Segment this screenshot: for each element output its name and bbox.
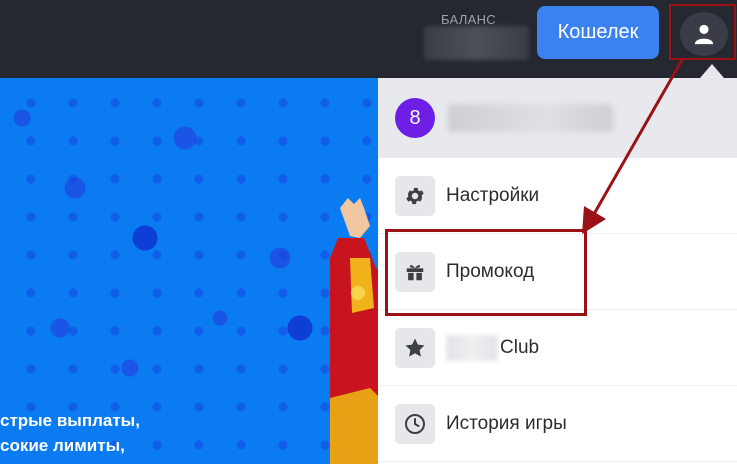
balance-label: БАЛАНС — [441, 12, 496, 27]
menu-label-settings: Настройки — [446, 184, 540, 206]
balance-value-redacted — [424, 26, 529, 60]
menu-item-club[interactable]: Club — [378, 310, 737, 386]
gear-icon — [395, 175, 435, 216]
menu-caret — [700, 64, 724, 78]
banner-pattern — [0, 78, 380, 464]
top-bar: БАЛАНС Кошелек — [0, 0, 737, 78]
menu-label-club: Club — [446, 334, 540, 361]
banner-line-2: сокие лимиты, — [0, 436, 125, 455]
banner-text: стрые выплаты, сокие лимиты, — [0, 408, 140, 458]
username-redacted — [448, 104, 613, 132]
banner-character-image — [330, 198, 380, 464]
wallet-button[interactable]: Кошелек — [537, 6, 659, 59]
menu-user-header[interactable]: 8 — [378, 78, 737, 158]
menu-label-game-history: История игры — [446, 412, 567, 434]
promo-banner[interactable]: стрые выплаты, сокие лимиты, — [0, 78, 380, 464]
menu-item-settings[interactable]: Настройки — [378, 158, 737, 234]
star-icon — [395, 327, 435, 368]
annotation-frame-profile — [669, 4, 736, 60]
club-name-redacted — [446, 334, 498, 361]
clock-icon — [395, 403, 435, 444]
annotation-frame-promocode — [385, 229, 587, 316]
banner-line-1: стрые выплаты, — [0, 411, 140, 430]
level-badge: 8 — [395, 98, 435, 138]
club-label-text: Club — [500, 336, 540, 358]
menu-item-game-history[interactable]: История игры — [378, 386, 737, 462]
